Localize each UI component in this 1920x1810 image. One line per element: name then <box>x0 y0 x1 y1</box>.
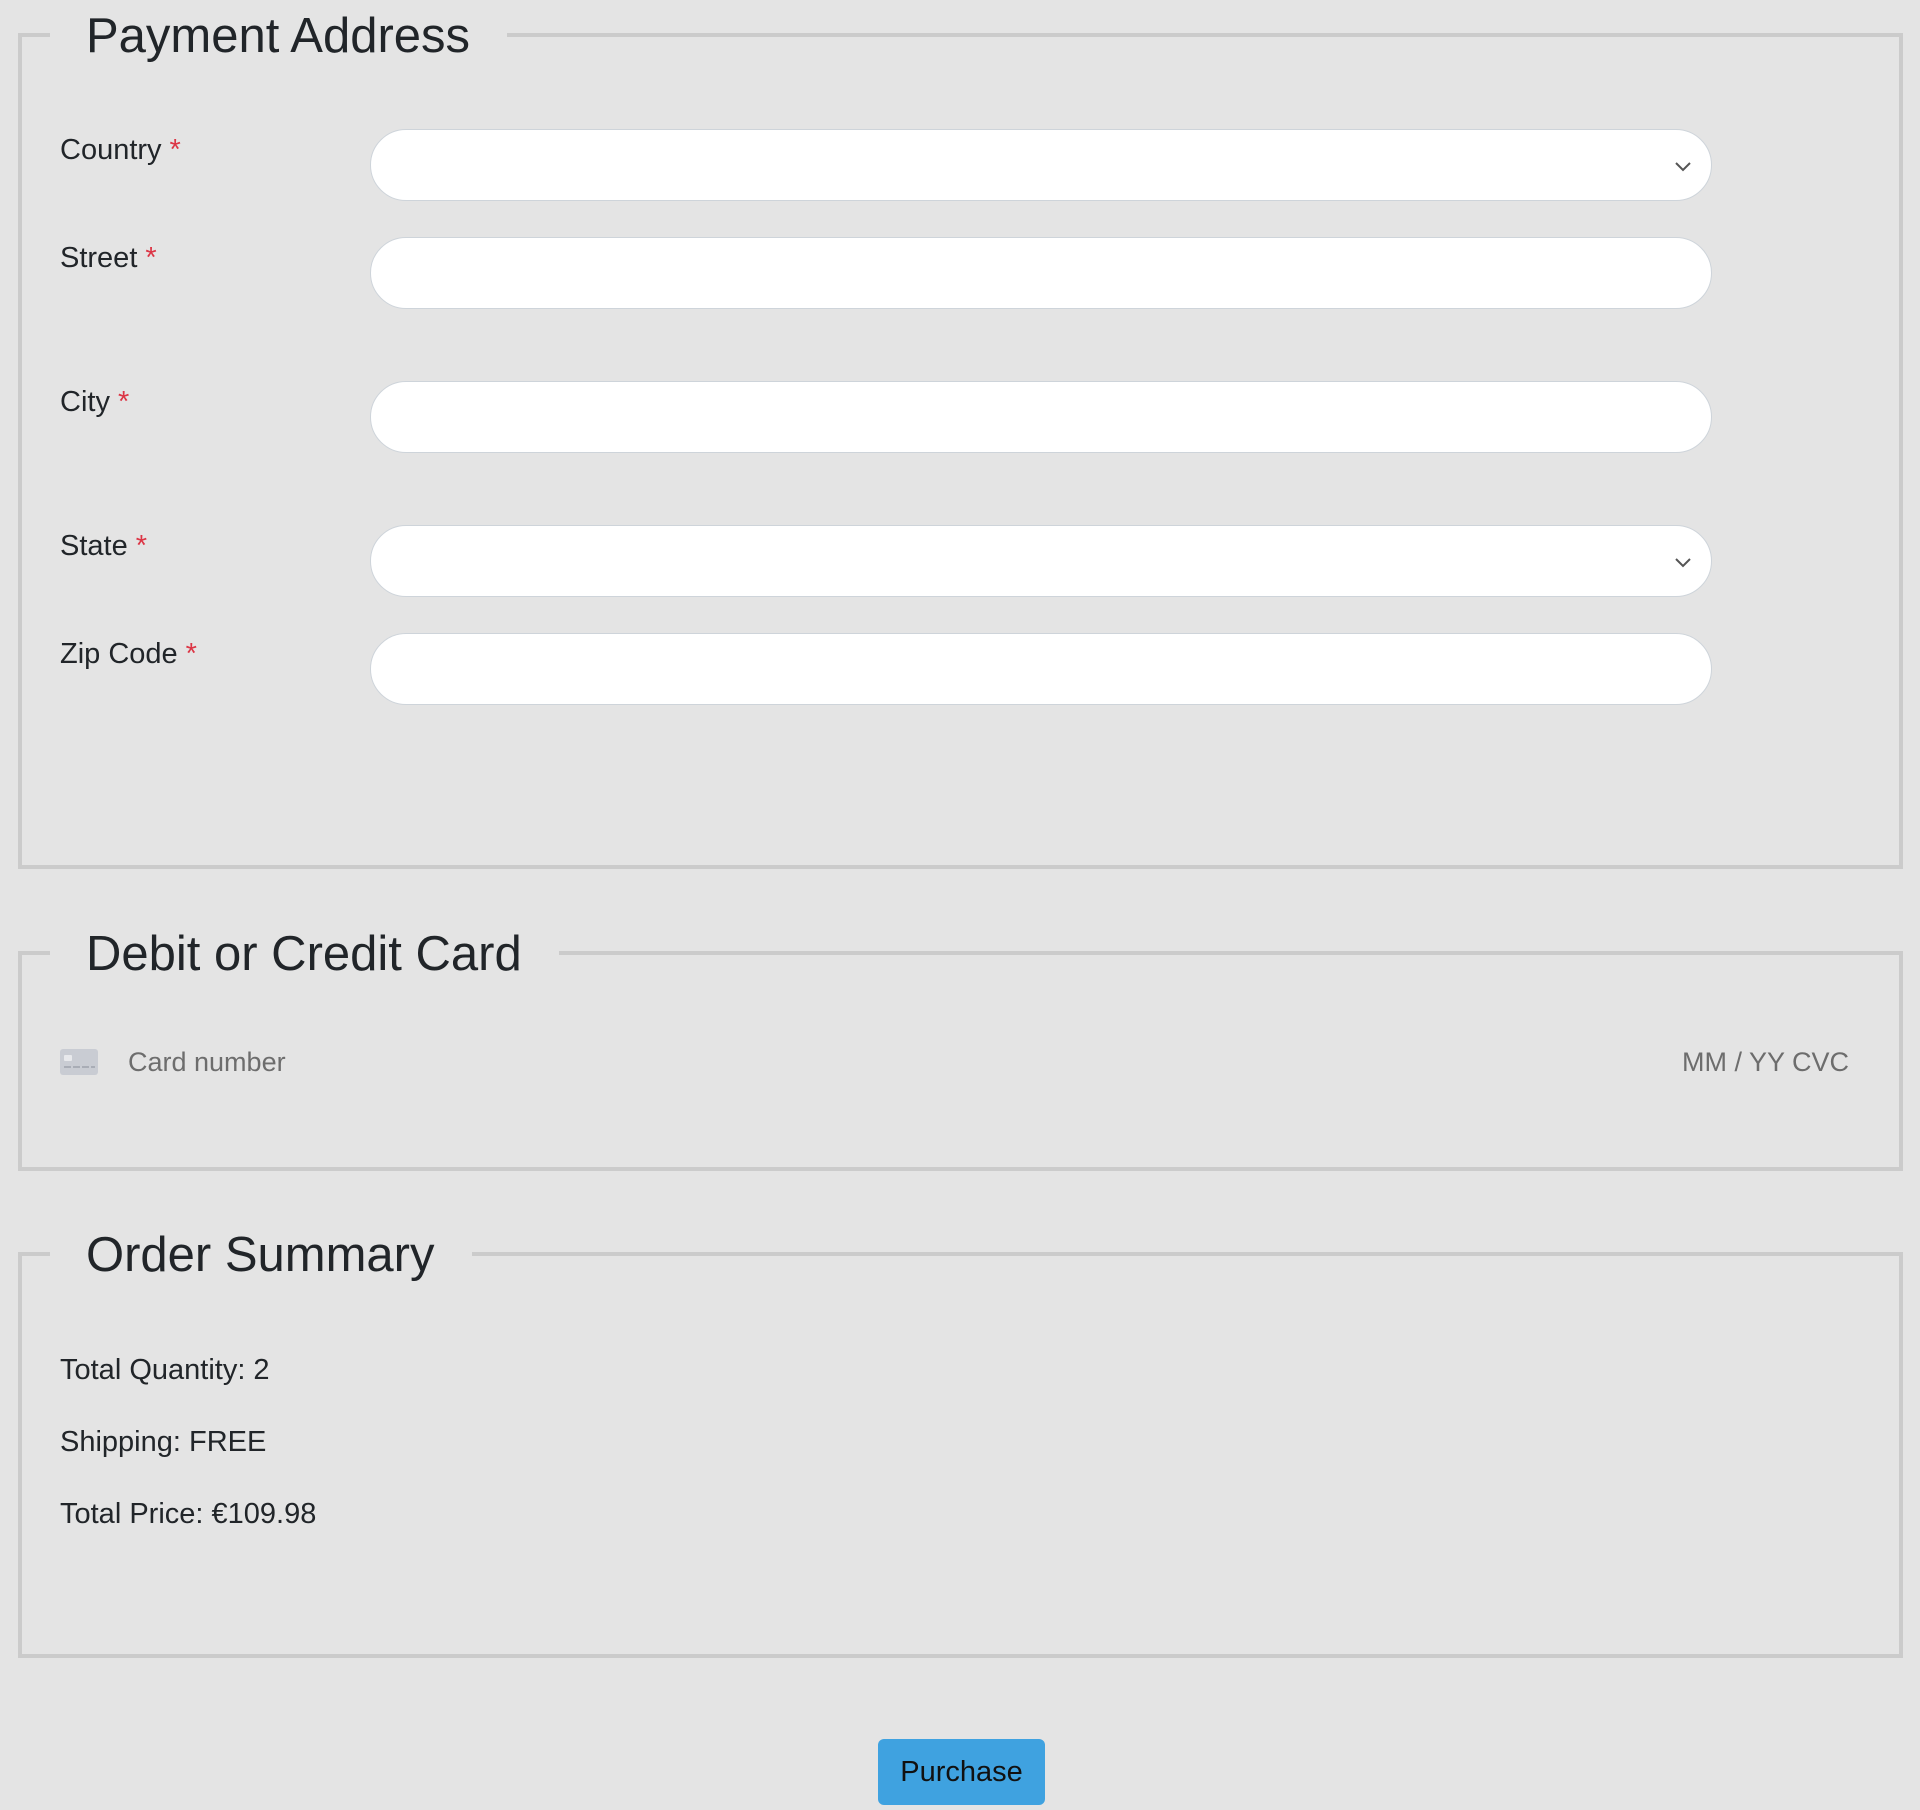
state-select[interactable] <box>370 525 1712 597</box>
chevron-down-icon <box>1675 558 1691 568</box>
payment-address-legend: Payment Address <box>50 3 508 69</box>
required-marker: * <box>145 242 157 274</box>
purchase-button[interactable]: Purchase <box>878 1739 1045 1805</box>
card-section: Debit or Credit Card Card number MM / YY… <box>18 921 1903 1171</box>
required-marker: * <box>135 530 148 562</box>
country-select[interactable] <box>370 129 1712 201</box>
credit-card-icon <box>60 1049 98 1075</box>
card-legend: Debit or Credit Card <box>50 921 559 987</box>
required-marker: * <box>117 386 130 418</box>
total-quantity: Total Quantity: 2 <box>60 1354 270 1386</box>
city-input[interactable] <box>370 381 1712 453</box>
zip-code-input[interactable] <box>370 633 1712 705</box>
chevron-down-icon <box>1675 162 1691 172</box>
order-summary-legend: Order Summary <box>50 1222 472 1288</box>
card-expiry-input[interactable]: MM / YY <box>1682 1045 1785 1079</box>
card-cvc-input[interactable]: CVC <box>1792 1045 1849 1079</box>
required-marker: * <box>185 638 197 670</box>
city-label: City * <box>60 386 130 418</box>
required-marker: * <box>169 134 181 166</box>
order-summary-section: Order Summary Total Quantity: 2 Shipping… <box>18 1222 1903 1658</box>
street-input[interactable] <box>370 237 1712 309</box>
shipping-info: Shipping: FREE <box>60 1426 267 1458</box>
card-number-input[interactable]: Card number <box>128 1045 286 1079</box>
total-price: Total Price: €109.98 <box>60 1498 317 1530</box>
payment-address-section: Payment Address Country * Street * City * S… <box>18 3 1903 869</box>
country-label: Country * <box>60 134 181 166</box>
state-label: State * <box>60 530 148 562</box>
zip-label: Zip Code * <box>60 638 197 670</box>
street-label: Street * <box>60 242 157 274</box>
